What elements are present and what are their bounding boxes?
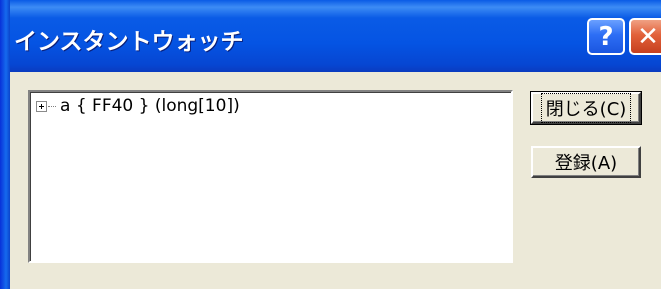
expand-icon[interactable] (36, 100, 47, 112)
tree-item[interactable]: a { FF40 } (long[10]) (36, 96, 240, 116)
register-button[interactable]: 登録(A) (531, 146, 641, 178)
window-close-button[interactable]: ✕ (629, 18, 661, 55)
title-bar-buttons: ? ✕ (587, 18, 661, 55)
register-button-label: 登録(A) (554, 153, 618, 174)
title-bar[interactable]: インスタントウォッチ ? ✕ (0, 0, 661, 72)
help-button[interactable]: ? (587, 18, 625, 55)
window-title: インスタントウォッチ (14, 29, 244, 55)
close-dialog-button-label: 閉じる(C) (540, 93, 632, 123)
tree-connector-line (48, 105, 56, 107)
close-dialog-button[interactable]: 閉じる(C) (530, 91, 642, 125)
instant-watch-dialog: インスタントウォッチ ? ✕ a { FF40 } (long[10]) 閉じる… (0, 0, 661, 289)
window-frame-left (0, 0, 10, 289)
close-icon: ✕ (637, 21, 659, 52)
watch-tree-view[interactable]: a { FF40 } (long[10]) (28, 90, 513, 263)
dialog-client-area: a { FF40 } (long[10]) 閉じる(C) 登録(A) (10, 72, 661, 289)
tree-item-label: a { FF40 } (long[10]) (60, 96, 240, 116)
help-icon: ? (598, 21, 614, 52)
